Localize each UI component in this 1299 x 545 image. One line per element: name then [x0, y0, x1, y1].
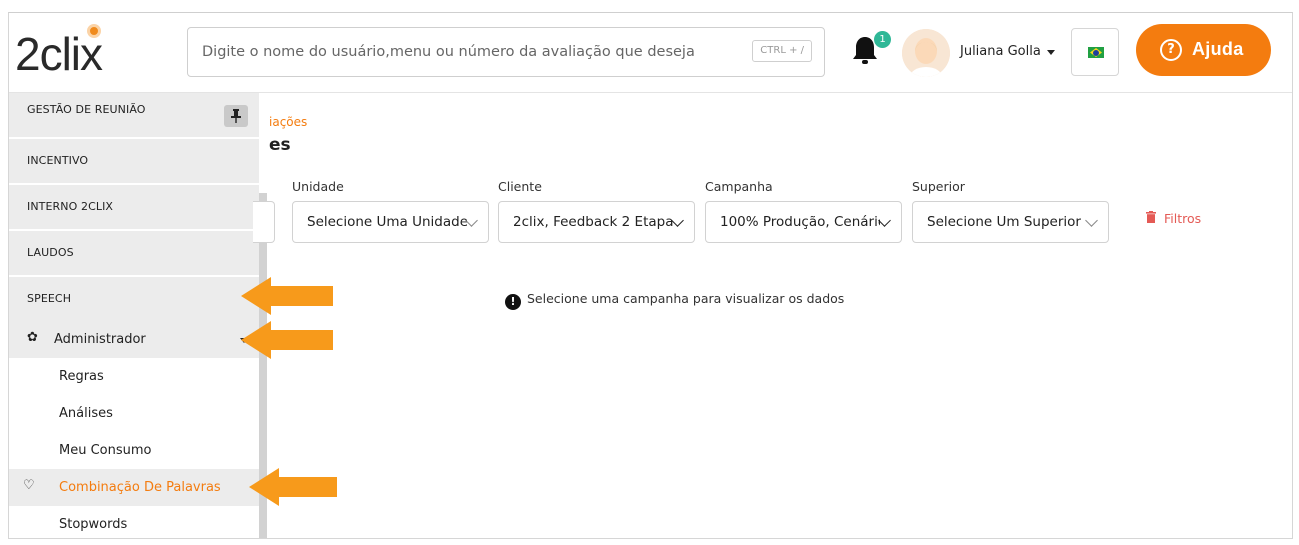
- chevron-down-icon: [1047, 50, 1055, 55]
- logo-dot-icon: [87, 24, 101, 38]
- pin-icon[interactable]: [224, 105, 248, 127]
- empty-state-notice: ! Selecione uma campanha para visualizar …: [505, 289, 865, 310]
- cliente-select[interactable]: 2clix, Feedback 2 Etapas: [498, 201, 695, 243]
- chevron-down-icon: [465, 214, 478, 227]
- sidebar-item-label: LAUDOS: [27, 246, 74, 259]
- pin-glyph: [231, 109, 241, 123]
- gear-icon: ✿: [27, 330, 38, 345]
- sidebar-item-label: Administrador: [54, 332, 146, 347]
- partial-select[interactable]: [253, 201, 275, 243]
- chevron-down-icon: [878, 214, 891, 227]
- sidebar-subitem-label: Meu Consumo: [59, 443, 152, 458]
- superior-select[interactable]: Selecione Um Superior: [912, 201, 1109, 243]
- exclamation-icon: !: [505, 294, 521, 310]
- logo-text: 2clix: [15, 28, 103, 80]
- sidebar-subitem-label: Regras: [59, 369, 104, 384]
- unidade-select-value: Selecione Uma Unidade: [307, 214, 467, 230]
- logo[interactable]: 2clix: [15, 24, 135, 83]
- search-shortcut-hint: CTRL + /: [752, 40, 812, 62]
- sidebar-subitem-stopwords[interactable]: Stopwords: [9, 506, 259, 538]
- help-button[interactable]: ? Ajuda: [1136, 24, 1271, 76]
- breadcrumb[interactable]: iações: [269, 115, 307, 129]
- app-frame: 2clix CTRL + / 1 Juliana Go: [8, 12, 1293, 539]
- annotation-arrow-icon: [241, 321, 333, 359]
- sidebar-item-label: GESTÃO DE REUNIÃO: [27, 103, 146, 116]
- avatar: [902, 29, 950, 77]
- notifications-button[interactable]: 1: [852, 31, 891, 67]
- top-header: 2clix CTRL + / 1 Juliana Go: [9, 13, 1292, 93]
- clear-filters-label: Filtros: [1164, 211, 1202, 226]
- global-search: CTRL + /: [187, 27, 825, 77]
- sidebar-subitem-label: Análises: [59, 406, 113, 421]
- unidade-select[interactable]: Selecione Uma Unidade: [292, 201, 489, 243]
- language-button[interactable]: [1071, 28, 1119, 76]
- sidebar-item-speech[interactable]: SPEECH: [9, 277, 259, 322]
- sidebar-item-incentivo[interactable]: INCENTIVO: [9, 139, 259, 184]
- empty-state-text: Selecione uma campanha para visualizar o…: [527, 291, 845, 306]
- sidebar-item-gestao-reuniao[interactable]: GESTÃO DE REUNIÃO: [9, 93, 259, 138]
- sidebar-subitem-analises[interactable]: Análises: [9, 395, 259, 432]
- cliente-select-value: 2clix, Feedback 2 Etapas: [513, 214, 673, 230]
- clear-filters-button[interactable]: Filtros: [1146, 211, 1202, 226]
- filter-label-campanha: Campanha: [705, 179, 773, 194]
- sidebar-item-label: SPEECH: [27, 292, 72, 305]
- avatar-icon: [902, 29, 950, 77]
- sidebar-subitem-combinacao-de-palavras[interactable]: ♡ Combinação De Palavras: [9, 469, 259, 506]
- user-name: Juliana Golla: [960, 44, 1041, 59]
- sidebar-item-administrador[interactable]: ✿ Administrador: [9, 320, 259, 358]
- chevron-down-icon: [671, 214, 684, 227]
- filter-label-superior: Superior: [912, 179, 965, 194]
- sidebar-item-label: INTERNO 2CLIX: [27, 200, 114, 213]
- annotation-arrow-icon: [241, 277, 333, 315]
- trash-icon: [1146, 211, 1156, 223]
- annotation-arrow-icon: [249, 468, 337, 506]
- sidebar-item-interno-2clix[interactable]: INTERNO 2CLIX: [9, 185, 259, 230]
- heart-icon: ♡: [23, 478, 35, 493]
- filter-label-unidade: Unidade: [292, 179, 344, 194]
- notification-badge: 1: [874, 31, 891, 48]
- campanha-select[interactable]: 100% Produção, Cenário: [705, 201, 902, 243]
- sidebar-subitem-label: Stopwords: [59, 517, 128, 532]
- sidebar-item-label: INCENTIVO: [27, 154, 89, 167]
- sidebar-subitem-label: Combinação De Palavras: [59, 480, 221, 495]
- main-content: iações es Unidade Selecione Uma Unidade …: [253, 93, 1292, 538]
- superior-select-value: Selecione Um Superior: [927, 214, 1081, 230]
- sidebar: GESTÃO DE REUNIÃO INCENTIVO INTERNO 2CLI…: [9, 93, 267, 538]
- sidebar-item-laudos[interactable]: LAUDOS: [9, 231, 259, 276]
- chevron-down-icon: [1085, 214, 1098, 227]
- search-input[interactable]: [202, 41, 737, 63]
- help-label: Ajuda: [1192, 39, 1244, 59]
- sidebar-subitem-meu-consumo[interactable]: Meu Consumo: [9, 432, 259, 469]
- brazil-flag-icon: [1088, 47, 1104, 58]
- question-icon: ?: [1160, 39, 1182, 61]
- page-title: es: [269, 135, 291, 155]
- campanha-select-value: 100% Produção, Cenário: [720, 214, 880, 230]
- sidebar-subitem-regras[interactable]: Regras: [9, 358, 259, 395]
- filter-label-cliente: Cliente: [498, 179, 542, 194]
